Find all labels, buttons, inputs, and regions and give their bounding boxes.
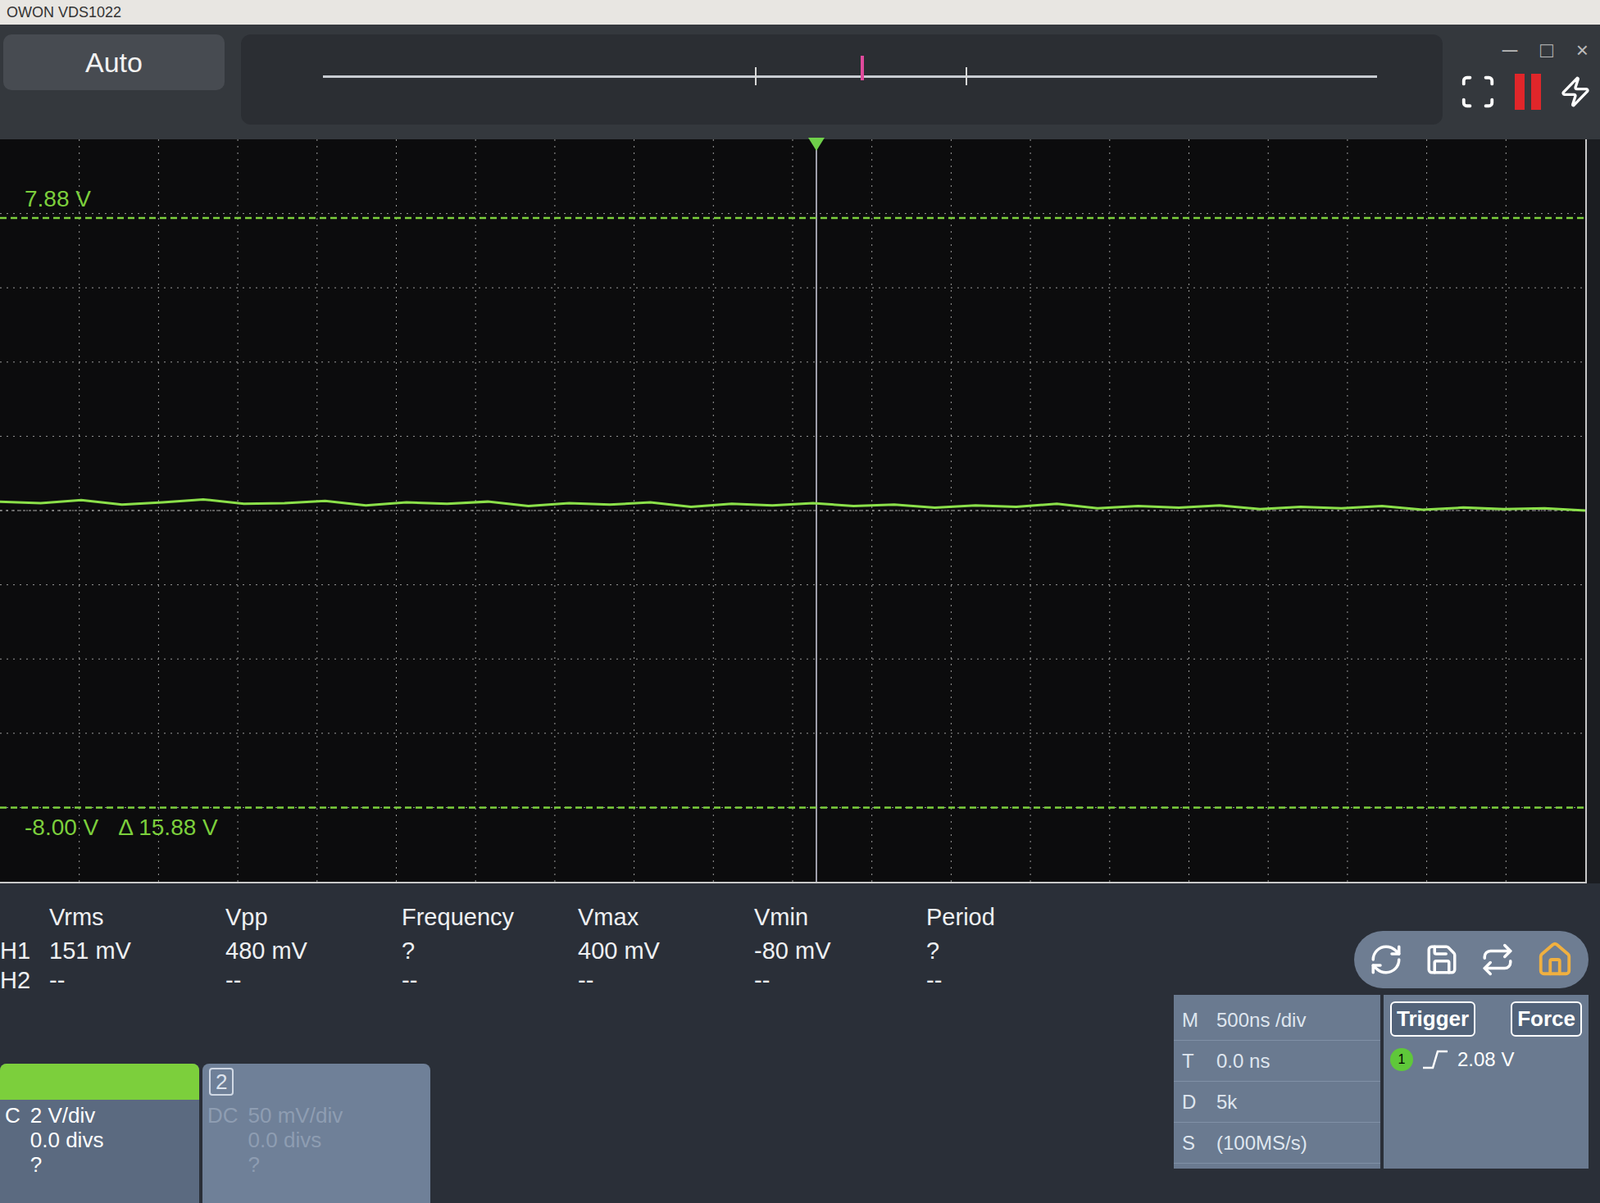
window-control-button[interactable]: □ bbox=[1540, 34, 1554, 67]
cursor-delta: Δ 15.88 V bbox=[118, 810, 218, 846]
home-icon[interactable] bbox=[1536, 940, 1574, 979]
channel-settings: C2 V/div0.0 divs? bbox=[0, 1100, 200, 1178]
autoset-icon[interactable] bbox=[1368, 942, 1404, 978]
position-track bbox=[322, 75, 1378, 78]
grid-and-trace-icon bbox=[0, 139, 1586, 882]
quick-icons bbox=[1354, 931, 1589, 989]
measurement-value: -- bbox=[926, 965, 1091, 996]
trigger-marker-icon[interactable] bbox=[808, 137, 825, 151]
measurements-table: VrmsVppFrequencyVmaxVminPeriodH1151 mV48… bbox=[0, 883, 1174, 1058]
pause-icon[interactable] bbox=[1514, 73, 1541, 110]
measurement-value: 480 mV bbox=[225, 936, 402, 966]
rising-edge-icon bbox=[1421, 1048, 1450, 1072]
window-control-button[interactable]: ─ bbox=[1502, 34, 1518, 67]
measurements-header: VrmsVppFrequencyVmaxVminPeriod bbox=[0, 900, 1174, 937]
left-mark bbox=[754, 67, 757, 86]
measurement-value: ? bbox=[926, 936, 1091, 966]
measurement-value: 400 mV bbox=[577, 936, 755, 966]
measurement-value: -- bbox=[754, 965, 927, 996]
measurement-column: Vmin bbox=[754, 900, 927, 937]
title-bar: OWON VDS1022 bbox=[0, 0, 1600, 25]
upper-cursor-label: 7.88 V bbox=[24, 181, 91, 219]
setting-panels: M500ns /divT0.0 nsD5kS(100MS/s)TriggerFo… bbox=[1173, 995, 1589, 1169]
bottom-area: VrmsVppFrequencyVmaxVminPeriodH1151 mV48… bbox=[0, 883, 1600, 1203]
trigger-panel[interactable]: Trigger Force 12.08 V bbox=[1383, 995, 1589, 1169]
lightning-icon[interactable] bbox=[1559, 72, 1592, 111]
position-bar[interactable] bbox=[240, 34, 1443, 125]
channel-number: 2 bbox=[209, 1068, 234, 1096]
toolbar-icons bbox=[1459, 72, 1592, 111]
channel-panel[interactable]: C2 V/div0.0 divs? bbox=[0, 1063, 200, 1203]
measurement-column: Vrms bbox=[49, 900, 226, 937]
waveform-plot[interactable]: 7.88 V -8.00 VΔ 15.88 V bbox=[0, 139, 1587, 884]
right-mark bbox=[965, 67, 968, 86]
measurement-value: 151 mV bbox=[49, 936, 226, 966]
trigger-button[interactable]: Trigger bbox=[1390, 1001, 1476, 1037]
measurement-value: -- bbox=[577, 965, 755, 996]
measurement-column: Vmax bbox=[577, 900, 755, 937]
timebase-panel[interactable]: M500ns /divT0.0 nsD5kS(100MS/s) bbox=[1173, 995, 1381, 1169]
swap-icon[interactable] bbox=[1480, 942, 1515, 978]
window-controls: ─ □ × bbox=[1502, 34, 1592, 67]
measurement-value: ? bbox=[401, 936, 578, 966]
window-control-button[interactable]: × bbox=[1576, 34, 1589, 67]
measurement-column: Period bbox=[926, 900, 1091, 937]
channel-header bbox=[0, 1063, 200, 1100]
bottom-right: M500ns /divT0.0 nsD5kS(100MS/s)TriggerFo… bbox=[1173, 883, 1600, 1203]
channel-panels: C2 V/div0.0 divs? 2 DC50 mV/div0.0 divs? bbox=[0, 1057, 1174, 1203]
channel-settings: DC50 mV/div0.0 divs? bbox=[202, 1100, 431, 1178]
force-button[interactable]: Force bbox=[1510, 1001, 1582, 1037]
channel-header: 2 bbox=[202, 1063, 431, 1100]
screenshot-icon[interactable] bbox=[1459, 72, 1497, 111]
toolbar: Auto ─ □ × bbox=[0, 24, 1600, 140]
measurement-column: Frequency bbox=[401, 900, 578, 937]
save-icon[interactable] bbox=[1424, 942, 1460, 978]
timebase-row: D5k bbox=[1173, 1081, 1381, 1123]
timebase-row: M500ns /div bbox=[1173, 1000, 1381, 1041]
timebase-row: S(100MS/s) bbox=[1173, 1122, 1381, 1164]
bottom-left: VrmsVppFrequencyVmaxVminPeriodH1151 mV48… bbox=[0, 883, 1174, 1203]
measurement-row: H1151 mV480 mV?400 mV-80 mV? bbox=[0, 936, 1174, 966]
lower-cursor-label: -8.00 VΔ 15.88 V bbox=[24, 807, 219, 846]
measurement-value: -- bbox=[401, 965, 578, 996]
timebase-row: T0.0 ns bbox=[1173, 1040, 1381, 1082]
mode-button[interactable]: Auto bbox=[3, 34, 225, 91]
measurement-row: H2------------ bbox=[0, 965, 1174, 996]
measurement-column: Vpp bbox=[225, 900, 402, 937]
channel-panel[interactable]: 2 DC50 mV/div0.0 divs? bbox=[202, 1063, 431, 1203]
toolbar-right: ─ □ × bbox=[1459, 34, 1597, 111]
measurement-value: -- bbox=[225, 965, 402, 996]
oscilloscope-app: OWON VDS1022 Auto ─ □ × 7.88 V -8.00 VΔ 15.88 … bbox=[0, 0, 1600, 1203]
position-handle[interactable] bbox=[860, 55, 864, 81]
trigger-level: 12.08 V bbox=[1390, 1045, 1582, 1075]
measurement-value: -80 mV bbox=[754, 936, 927, 966]
trigger-source: 1 bbox=[1390, 1048, 1414, 1072]
measurement-value: -- bbox=[49, 965, 226, 996]
